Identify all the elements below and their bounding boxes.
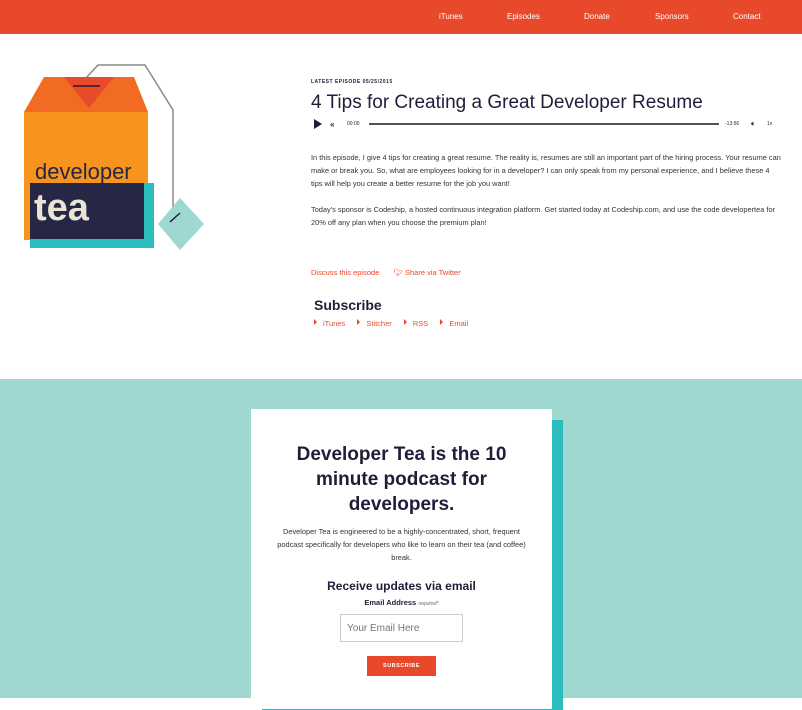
subscribe-stitcher[interactable]: Stitcher [366,319,391,328]
episode-title[interactable]: 4 Tips for Creating a Great Developer Re… [311,92,781,114]
episode-description: In this episode, I give 4 tips for creat… [311,153,781,188]
nav-contact[interactable]: Contact [733,12,761,21]
share-twitter-link[interactable]: Share via Twitter [405,268,461,277]
signup-heading: Developer Tea is the 10 minute podcast f… [296,444,507,515]
signup-body: Developer Tea is engineered to be a high… [277,527,526,562]
progress-track[interactable] [369,123,719,125]
subscribe-button[interactable]: SUBSCRIBE [367,656,436,676]
arrow-icon [357,319,361,325]
twitter-icon: 🐦︎ [393,268,403,277]
email-label-text: Email Address [364,598,417,607]
nav-sponsors[interactable]: Sponsors [655,12,689,21]
play-icon[interactable] [314,119,322,129]
nav-episodes[interactable]: Episodes [507,12,540,21]
top-nav: iTunes Episodes Donate Sponsors Contact [0,0,802,34]
arrow-icon [403,319,407,325]
episode-date: LATEST EPISODE 05/25/2015 [311,79,393,85]
nav-itunes[interactable]: iTunes [439,12,463,21]
logo-text-tea: tea [34,187,90,229]
rewind-icon[interactable]: « [330,120,334,129]
discuss-link[interactable]: Discuss this episode [311,268,379,277]
remaining-time: -13:56 [725,121,740,127]
sponsor-note: Today's sponsor is Codeship, a hosted co… [311,205,776,227]
subscribe-rss[interactable]: RSS [413,319,428,328]
volume-icon[interactable]: 🔈︎ [751,119,756,129]
email-input[interactable] [340,614,463,642]
required-note: required* [418,601,439,607]
audio-player: « 00:00 -13:56 🔈︎ 1x [311,118,777,132]
updates-heading: Receive updates via email [327,579,476,593]
nav-donate[interactable]: Donate [584,12,610,21]
email-label: Email Address required* [251,598,552,607]
signup-card: Developer Tea is the 10 minute podcast f… [251,409,552,709]
logo-text-developer: developer [35,159,132,184]
episode-links: Discuss this episode 🐦︎ Share via Twitter [311,268,473,277]
subscribe-links: iTunes Stitcher RSS Email [314,319,478,328]
subscribe-itunes[interactable]: iTunes [323,319,345,328]
subscribe-email[interactable]: Email [449,319,468,328]
subscribe-heading: Subscribe [314,297,382,313]
arrow-icon [440,319,444,325]
arrow-icon [314,319,317,325]
current-time: 00:00 [347,121,360,127]
playback-speed[interactable]: 1x [767,121,772,127]
developer-tea-logo[interactable]: developer tea [18,60,210,256]
